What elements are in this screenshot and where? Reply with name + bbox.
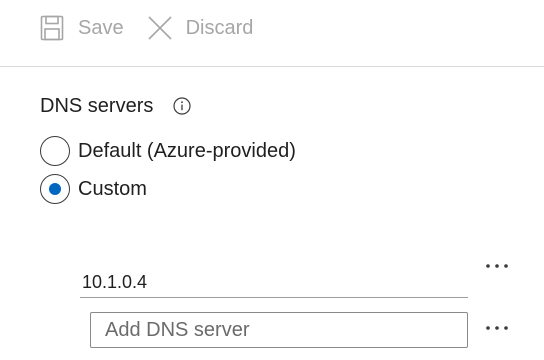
more-icon <box>485 325 509 331</box>
dns-servers-title: DNS servers <box>40 94 154 117</box>
command-bar: Save Discard <box>38 10 253 46</box>
discard-label: Discard <box>185 16 254 39</box>
add-dns-server-input[interactable] <box>90 312 468 348</box>
radio-custom[interactable]: Custom <box>40 172 147 206</box>
radio-label-default: Default (Azure-provided) <box>78 139 296 162</box>
radio-selected-dot <box>49 183 61 195</box>
save-label: Save <box>78 16 124 39</box>
dns-servers-heading: DNS servers <box>40 92 191 120</box>
radio-button-default[interactable] <box>40 136 70 166</box>
save-button[interactable]: Save <box>38 10 124 46</box>
dns-server-address: 10.1.0.4 <box>82 272 148 292</box>
discard-button[interactable]: Discard <box>146 10 254 46</box>
toolbar-divider <box>0 66 544 67</box>
radio-button-custom[interactable] <box>40 174 70 204</box>
radio-label-custom: Custom <box>78 177 147 200</box>
more-icon <box>485 263 509 269</box>
close-icon <box>146 14 174 42</box>
dns-server-entry[interactable]: 10.1.0.4 <box>80 268 468 298</box>
info-icon[interactable] <box>173 97 191 115</box>
save-icon <box>38 14 66 42</box>
dns-server-more-button[interactable] <box>480 254 514 278</box>
add-dns-server-more-button[interactable] <box>480 316 514 340</box>
radio-default-azure-provided[interactable]: Default (Azure-provided) <box>40 134 296 168</box>
